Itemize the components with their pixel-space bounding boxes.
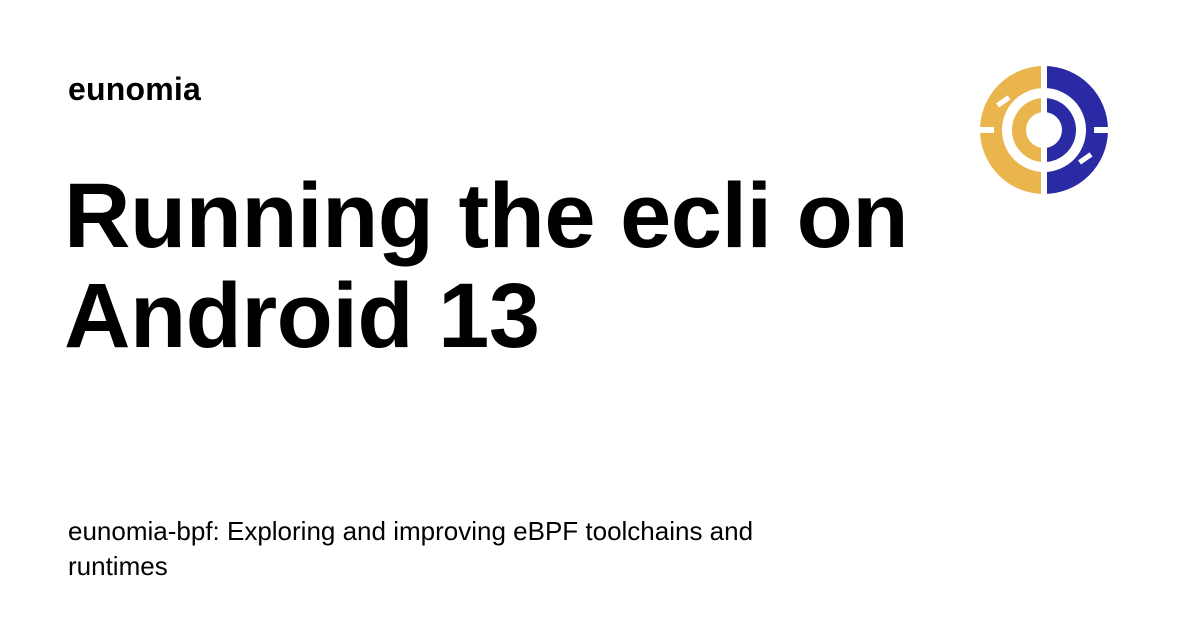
preview-card: eunomia Running the ecli on Android 13 e… — [0, 0, 1200, 630]
page-description: eunomia-bpf: Exploring and improving eBP… — [68, 516, 754, 581]
page-title: Running the ecli on Android 13 — [64, 165, 909, 367]
site-name: eunomia — [68, 71, 201, 107]
eunomia-logo-icon — [978, 64, 1110, 196]
